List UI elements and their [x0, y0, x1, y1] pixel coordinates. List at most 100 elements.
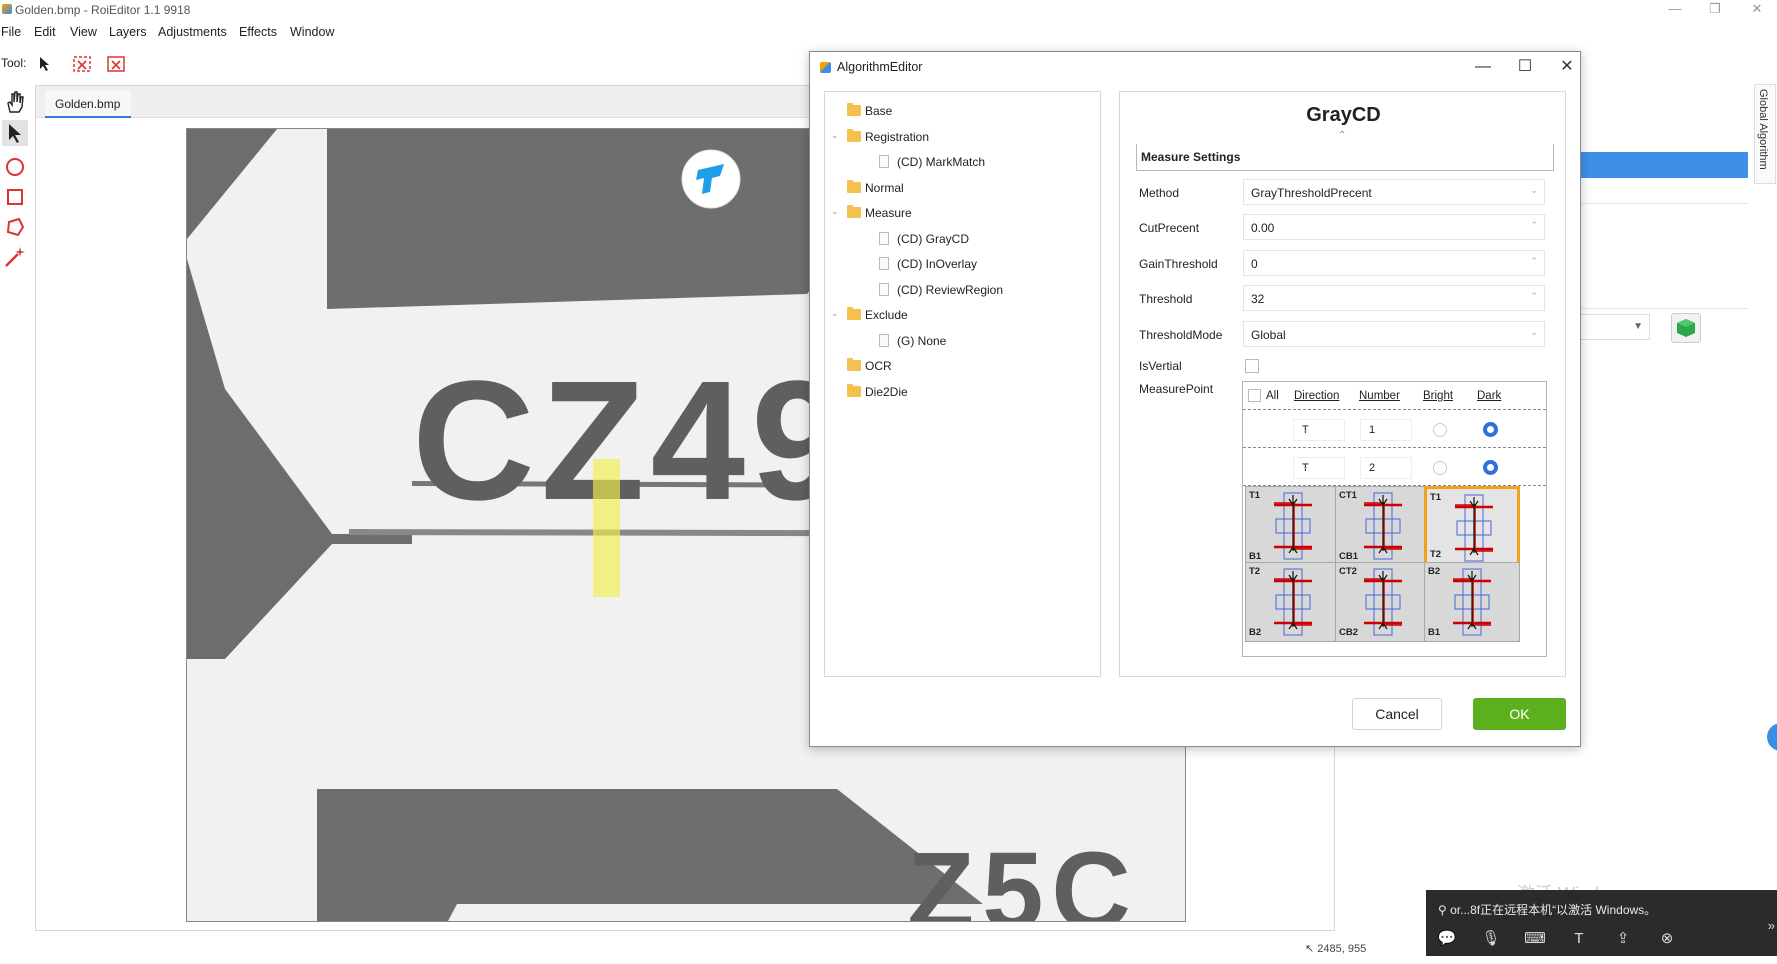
- restore-icon[interactable]: ❐: [1695, 0, 1735, 20]
- expand-icon[interactable]: »: [1768, 918, 1775, 933]
- collapse-chevron-icon[interactable]: ⌃: [1338, 130, 1346, 141]
- direction-select[interactable]: T ⌄: [1293, 419, 1345, 441]
- measure-pattern-tile[interactable]: B2 B1: [1424, 562, 1520, 642]
- delete-all-roi-icon[interactable]: [107, 54, 127, 74]
- pattern-top-label: T1: [1430, 492, 1442, 503]
- dialog-title: AlgorithmEditor: [837, 60, 923, 74]
- keyboard-icon[interactable]: ⌨: [1524, 928, 1546, 950]
- measure-pattern-tile[interactable]: T1 T2: [1424, 486, 1520, 566]
- measure-pattern-tile[interactable]: CT2 CB2: [1335, 562, 1431, 642]
- tree-node-label: (CD) GrayCD: [897, 231, 969, 246]
- microphone-icon[interactable]: 🎙: [1480, 928, 1502, 950]
- close-circle-icon[interactable]: ⊗: [1656, 928, 1678, 950]
- gainthreshold-input[interactable]: 0 ⌃: [1243, 250, 1545, 276]
- maximize-icon[interactable]: ☐: [1510, 56, 1540, 80]
- algorithm-combo[interactable]: ▼: [1578, 314, 1650, 340]
- tree-node-label: (CD) InOverlay: [897, 257, 978, 271]
- canvas-text-top: CZ49: [412, 346, 852, 536]
- dark-radio[interactable]: [1483, 422, 1498, 437]
- user-icon: ⚲: [1438, 903, 1451, 917]
- pattern-bottom-label: T2: [1430, 549, 1442, 560]
- header-bright[interactable]: Bright: [1423, 390, 1453, 402]
- menu-layers[interactable]: Layers: [109, 25, 147, 39]
- remote-actions: 💬 🎙 ⌨ T ⇪ ⊗: [1436, 928, 1756, 952]
- cutprecent-input[interactable]: 0.00 ⌃: [1243, 214, 1545, 240]
- pointer-icon[interactable]: [38, 56, 52, 72]
- ok-button[interactable]: OK: [1473, 698, 1566, 730]
- divider: [1578, 308, 1748, 309]
- measure-settings-header[interactable]: Measure Settings: [1136, 144, 1554, 171]
- all-checkbox[interactable]: [1248, 389, 1261, 402]
- number-input[interactable]: 2: [1360, 457, 1412, 479]
- transfer-icon[interactable]: ⇪: [1612, 928, 1634, 950]
- header-dark[interactable]: Dark: [1477, 390, 1501, 402]
- vertical-tab-global-algorithm[interactable]: Global Algorithm: [1754, 84, 1776, 184]
- file-icon: [879, 231, 889, 245]
- tree-node-label: Normal: [865, 180, 904, 195]
- pattern-top-label: CT1: [1339, 490, 1357, 501]
- folder-icon: [847, 103, 861, 116]
- measure-diagram-icon: [1274, 492, 1312, 560]
- hand-icon[interactable]: [2, 89, 28, 115]
- remote-desktop-logo-icon: [681, 149, 741, 209]
- expand-caret-icon[interactable]: ⌄: [831, 206, 839, 217]
- method-select[interactable]: GrayThresholdPrecent ⌄: [1243, 179, 1545, 205]
- thresholdmode-select[interactable]: Global ⌄: [1243, 321, 1545, 347]
- header-number[interactable]: Number: [1359, 390, 1400, 402]
- menu-view[interactable]: View: [70, 25, 97, 39]
- pattern-top-label: B2: [1428, 566, 1441, 577]
- roi-highlight[interactable]: [593, 459, 620, 597]
- close-icon[interactable]: ✕: [1552, 56, 1582, 80]
- number-input[interactable]: 1: [1360, 419, 1412, 441]
- polygon-roi-icon[interactable]: [2, 214, 28, 240]
- chat-icon[interactable]: 💬: [1436, 928, 1458, 950]
- menu-edit[interactable]: Edit: [34, 25, 56, 39]
- cancel-button[interactable]: Cancel: [1352, 698, 1442, 730]
- chevron-down-icon: ⌄: [1302, 423, 1310, 433]
- file-icon: [879, 282, 889, 296]
- tab-golden-bmp[interactable]: Golden.bmp: [45, 90, 131, 118]
- bright-radio[interactable]: [1433, 423, 1447, 437]
- thresholdmode-label: ThresholdMode: [1139, 328, 1223, 342]
- pattern-top-label: T2: [1249, 566, 1261, 577]
- minimize-icon[interactable]: —: [1468, 56, 1498, 80]
- measure-point-row: T ⌄ 1: [1243, 410, 1546, 448]
- measure-diagram-icon: [1453, 568, 1491, 636]
- close-icon[interactable]: ✕: [1737, 0, 1777, 20]
- gainthreshold-value: 0: [1251, 257, 1258, 271]
- menu-file[interactable]: File: [1, 25, 21, 39]
- direction-select[interactable]: T ⌄: [1293, 457, 1345, 479]
- dark-radio[interactable]: [1483, 460, 1498, 475]
- expand-caret-icon[interactable]: ⌄: [831, 130, 839, 141]
- side-handle[interactable]: [1767, 723, 1777, 751]
- magic-wand-icon[interactable]: [2, 244, 28, 270]
- menu-window[interactable]: Window: [290, 25, 334, 39]
- text-icon[interactable]: T: [1568, 928, 1590, 950]
- measure-pattern-tile[interactable]: CT1 CB1: [1335, 486, 1431, 566]
- selected-algorithm-row[interactable]: [1578, 152, 1748, 178]
- delete-roi-icon[interactable]: [73, 54, 93, 74]
- spin-icon: ⌃: [1530, 220, 1538, 230]
- threshold-input[interactable]: 32 ⌃: [1243, 285, 1545, 311]
- bright-radio[interactable]: [1433, 461, 1447, 475]
- expand-caret-icon[interactable]: ⌄: [831, 308, 839, 319]
- tree-node-label: (CD) ReviewRegion: [897, 282, 1004, 297]
- header-direction[interactable]: Direction: [1294, 390, 1339, 402]
- vertical-tab-label: Global Algorithm: [1757, 89, 1769, 170]
- spin-icon: ⌃: [1530, 256, 1538, 266]
- section-title: Measure Settings: [1141, 150, 1241, 164]
- measure-diagram-icon: [1364, 492, 1402, 560]
- measure-pattern-tile[interactable]: T1 B1: [1245, 486, 1341, 566]
- rectangle-roi-icon[interactable]: [2, 184, 28, 210]
- menu-effects[interactable]: Effects: [239, 25, 277, 39]
- menu-adjustments[interactable]: Adjustments: [158, 25, 227, 39]
- isvertial-checkbox[interactable]: [1245, 359, 1259, 373]
- tree-node-label: Exclude: [865, 308, 908, 322]
- tree-node-label: Registration: [865, 129, 930, 144]
- measure-pattern-tile[interactable]: T2 B2: [1245, 562, 1341, 642]
- minimize-icon[interactable]: —: [1655, 0, 1695, 20]
- measure-point-header: All Direction Number Bright Dark: [1243, 382, 1546, 410]
- cube-icon[interactable]: [1671, 313, 1701, 343]
- circle-roi-icon[interactable]: [2, 154, 28, 180]
- select-arrow-icon[interactable]: [2, 120, 28, 146]
